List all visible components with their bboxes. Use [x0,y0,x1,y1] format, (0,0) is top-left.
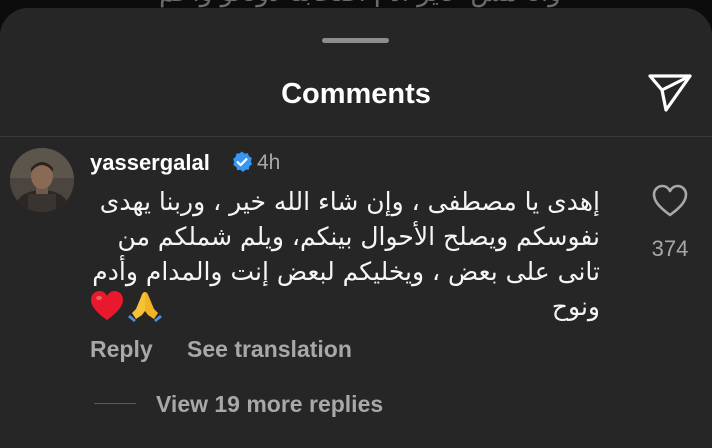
drag-handle[interactable] [322,38,389,43]
comment-timestamp: 4h [257,151,281,174]
heart-outline-icon [652,184,688,217]
comment-line: إهدى يا مصطفى ، وإن شاء الله خير ، وربنا… [99,187,600,216]
see-translation-button[interactable]: See translation [187,336,352,363]
share-button[interactable] [646,70,694,114]
avatar-image [10,148,74,212]
comment-emojis [90,287,162,325]
background-caption: وانا مش عايز ادم اصحابنا دوناتو واحم [60,0,660,8]
comment-line: نفوسكم ويصلح الأحوال بينكم، ويلم شملكم م… [117,222,600,251]
like-count: 374 [651,236,689,261]
sheet-title: Comments [281,78,431,110]
view-replies-button[interactable]: View 19 more replies [156,391,383,418]
comment-username[interactable]: yassergalal [90,150,210,176]
replies-divider [94,403,136,404]
like-button[interactable] [652,184,688,218]
verified-badge-icon [233,151,252,172]
comment-line: تانى على بعض ، ويخليكم لبعض إنت والمدام … [92,257,600,286]
reply-button[interactable]: Reply [90,336,153,363]
avatar[interactable] [10,148,74,212]
heart-emoji [91,291,123,320]
header-divider [0,136,712,137]
send-icon [648,74,692,112]
folded-hands-emoji [128,292,162,322]
